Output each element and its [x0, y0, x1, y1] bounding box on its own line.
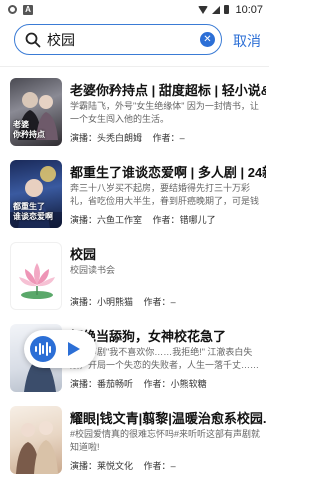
lotus-icon: [19, 263, 55, 299]
play-icon[interactable]: [68, 342, 80, 356]
search-bar: 校园 ✕ 取消: [0, 24, 269, 56]
cover-art: [16, 421, 58, 474]
clear-search-icon[interactable]: ✕: [200, 32, 215, 47]
status-time: 10:07: [235, 3, 263, 16]
narrator-name: 番茄畅听: [97, 379, 134, 389]
author-label: 作者：: [143, 461, 171, 471]
result-title[interactable]: 都重生了谁谈恋爱啊 | 多人剧 | 24新...: [70, 162, 266, 181]
search-icon: [25, 32, 41, 47]
result-credits: 演播：小明熊猫 作者：–: [70, 295, 266, 308]
result-title[interactable]: 老婆你矜持点 | 甜度超标 | 轻小说&...: [70, 80, 266, 99]
author-label: 作者：: [143, 379, 171, 389]
app-notification-icon: A: [23, 4, 33, 15]
result-credits: 演播：头秃白朗姆 作者：–: [70, 131, 266, 144]
author-label: 作者：: [152, 215, 180, 225]
narrator-label: 演播：: [70, 297, 98, 307]
status-bar: A 10:07: [0, 0, 269, 19]
result-description: 我有声剧"我不喜欢你……我拒绝!" 江澈表白失败，开局一个失恋的失败者，人生一落…: [70, 347, 260, 370]
narrator-label: 演播：: [70, 215, 98, 225]
narrator-name: 头秃白朗姆: [97, 133, 143, 143]
result-credits: 演播：六鱼工作室 作者：错哪儿了: [70, 213, 266, 226]
cover-title-text: 老婆 你矜持点: [13, 120, 45, 139]
cancel-button[interactable]: 取消: [233, 31, 261, 51]
audio-wave-icon[interactable]: [30, 336, 56, 362]
result-description: 学霸陆飞，外号"女生绝缘体" 因为一封情书，让一个女生闯入他的生活。: [70, 101, 259, 124]
cover-title-text: 都重生了 谁谈恋爱啊: [13, 202, 53, 221]
author-label: 作者：: [152, 133, 180, 143]
result-item[interactable]: 老婆 你矜持点 老婆你矜持点 | 甜度超标 | 轻小说&... 学霸陆飞，外号"女…: [0, 72, 269, 154]
narrator-name: 莱悦文化: [97, 461, 134, 471]
narrator-label: 演播：: [70, 379, 98, 389]
result-description: 奔三十八岁买不起房，要结婚得先打三十万彩礼，省吃俭用大半生，眷到肝癌晚期了，可是…: [70, 183, 260, 206]
header-divider: [0, 66, 269, 67]
result-title[interactable]: 拒绝当舔狗，女神校花急了: [70, 326, 266, 345]
author-name: 错哪儿了: [179, 215, 216, 225]
search-results-list: 老婆 你矜持点 老婆你矜持点 | 甜度超标 | 轻小说&... 学霸陆飞，外号"女…: [0, 72, 269, 480]
narrator-name: 六鱼工作室: [97, 215, 143, 225]
signal-icon: [212, 5, 221, 14]
book-cover-image[interactable]: [10, 242, 62, 310]
author-name: –: [179, 133, 185, 143]
result-title[interactable]: 校园: [70, 244, 266, 263]
author-name: 小熊软糖: [170, 379, 207, 389]
narrator-label: 演播：: [70, 133, 98, 143]
result-credits: 演播：番茄畅听 作者：小熊软糖: [70, 377, 266, 390]
settings-notification-icon: [8, 5, 17, 14]
search-input[interactable]: 校园 ✕: [14, 24, 222, 55]
wifi-icon: [198, 5, 209, 14]
floating-audio-player[interactable]: [24, 330, 96, 368]
book-cover-image[interactable]: [10, 406, 62, 474]
book-cover-image[interactable]: 都重生了 谁谈恋爱啊: [10, 160, 62, 228]
result-item[interactable]: 都重生了 谁谈恋爱啊 都重生了谁谈恋爱啊 | 多人剧 | 24新... 奔三十八岁…: [0, 154, 269, 236]
narrator-label: 演播：: [70, 461, 98, 471]
result-description: 校园读书会: [70, 265, 116, 275]
result-title[interactable]: 耀眼|钱文青|翦黎|温暖治愈系校园...: [70, 408, 266, 427]
author-label: 作者：: [143, 297, 171, 307]
author-name: –: [170, 297, 176, 307]
author-name: –: [170, 461, 176, 471]
narrator-name: 小明熊猫: [97, 297, 134, 307]
battery-icon: [224, 5, 230, 14]
book-cover-image[interactable]: 老婆 你矜持点: [10, 78, 62, 146]
result-item[interactable]: 耀眼|钱文青|翦黎|温暖治愈系校园... #校园爱情真的很难忘怀吗#来听听这部有…: [0, 400, 269, 480]
result-item[interactable]: 校园 校园读书会 演播：小明熊猫 作者：–: [0, 236, 269, 318]
result-description: #校园爱情真的很难忘怀吗#来听听这部有声剧就知道啦!: [70, 429, 260, 452]
result-credits: 演播：莱悦文化 作者：–: [70, 459, 266, 472]
search-query-text[interactable]: 校园: [47, 30, 200, 50]
